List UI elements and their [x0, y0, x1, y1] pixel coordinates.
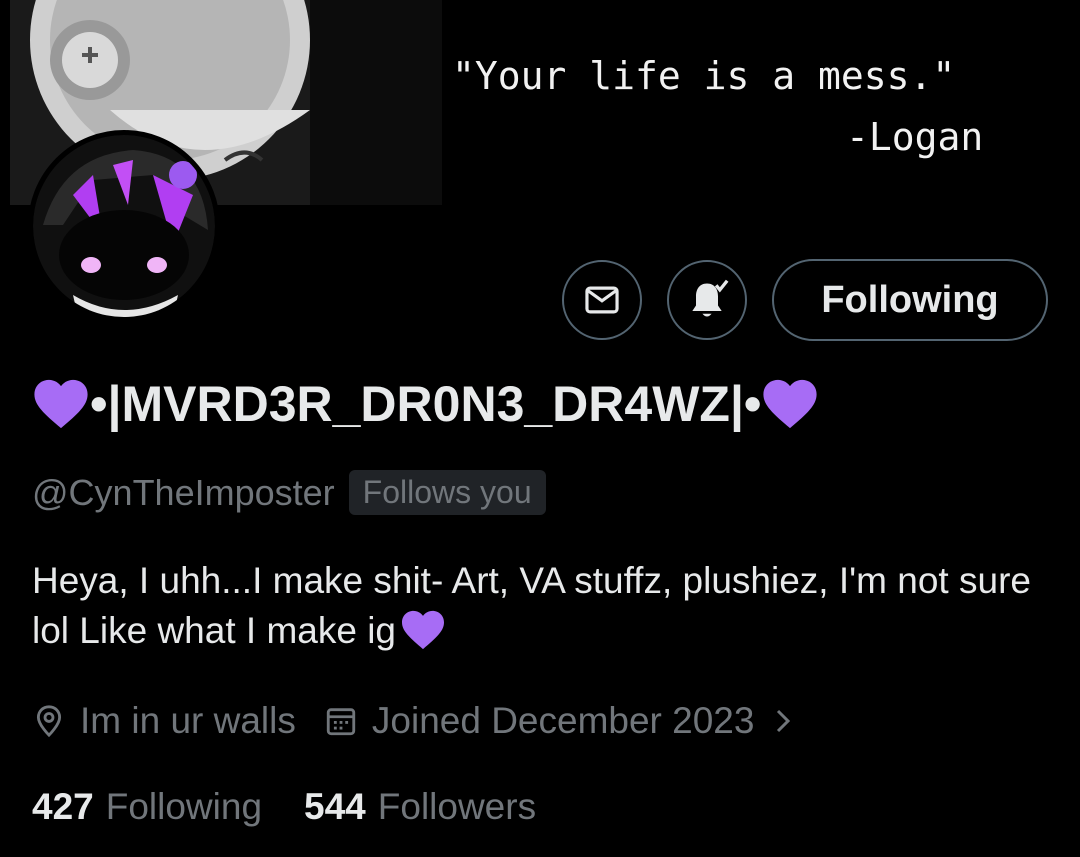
handle: @CynTheImposter: [32, 471, 335, 513]
display-name-text: •|MVRD3R_DR0N3_DR4WZ|•: [90, 376, 762, 432]
avatar-image: [33, 135, 215, 317]
calendar-icon: [326, 708, 356, 736]
purple-heart-icon: [763, 379, 818, 429]
location-item: Im in ur walls: [32, 700, 296, 742]
joined-text: Joined December 2023: [371, 700, 755, 741]
follows-you-badge: Follows you: [348, 470, 546, 515]
following-count: 427: [32, 786, 94, 827]
message-button[interactable]: [562, 260, 642, 340]
following-button[interactable]: Following: [772, 259, 1048, 341]
envelope-icon: [585, 286, 619, 314]
display-name: •|MVRD3R_DR0N3_DR4WZ|•: [32, 375, 819, 433]
location-text: Im in ur walls: [80, 700, 296, 741]
chevron-right-icon: [777, 709, 791, 733]
handle-row: @CynTheImposter Follows you: [32, 470, 546, 515]
purple-heart-icon: [402, 610, 445, 650]
purple-heart-icon: [34, 379, 88, 429]
banner-quote: "Your life is a mess.": [452, 54, 956, 98]
following-label: Following: [105, 786, 263, 827]
following-stat[interactable]: 427 Following: [32, 786, 262, 828]
bio-text: Heya, I uhh...I make shit- Art, VA stuff…: [32, 560, 1031, 651]
followers-stat[interactable]: 544 Followers: [304, 786, 536, 828]
followers-label: Followers: [377, 786, 537, 827]
location-pin-icon: [36, 705, 62, 738]
stats-row: 427 Following 544 Followers: [32, 786, 578, 828]
avatar[interactable]: [28, 130, 220, 322]
banner-quote-author: -Logan: [846, 115, 984, 159]
joined-item[interactable]: Joined December 2023: [324, 700, 813, 742]
bell-check-icon: [692, 279, 729, 317]
followers-count: 544: [304, 786, 366, 827]
bio: Heya, I uhh...I make shit- Art, VA stuff…: [32, 556, 1042, 656]
notifications-button[interactable]: [667, 260, 747, 340]
profile-meta: Im in ur walls Joined December 2023: [32, 700, 840, 742]
